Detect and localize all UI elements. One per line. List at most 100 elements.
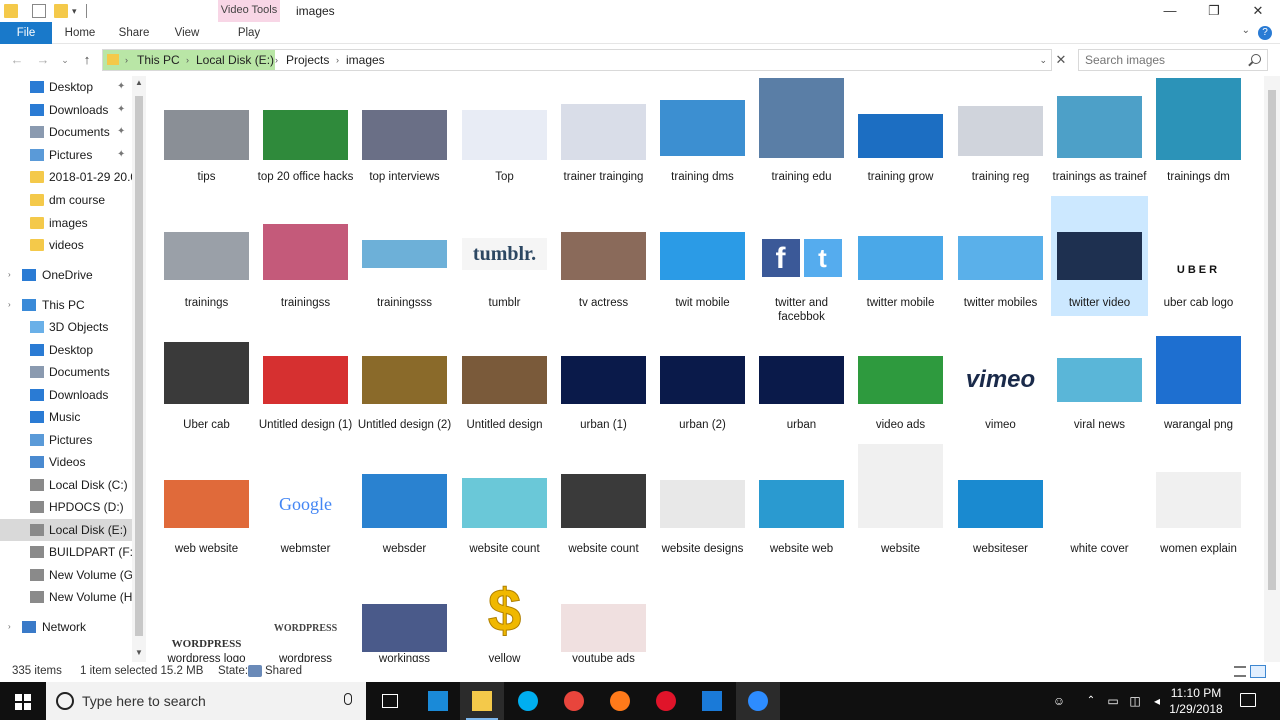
file-tile[interactable]: training reg (952, 76, 1049, 196)
file-tile[interactable]: trainings (158, 196, 255, 316)
file-tile[interactable]: Untitled design (2) (356, 320, 453, 440)
people-icon[interactable]: ☺ (1052, 694, 1066, 708)
restore-button[interactable]: ❐ (1192, 0, 1236, 22)
file-tile[interactable]: websder (356, 444, 453, 564)
file-tile[interactable]: top interviews (356, 76, 453, 196)
file-tile[interactable]: tv actress (555, 196, 652, 316)
help-icon[interactable]: ? (1258, 26, 1272, 40)
taskbar-chrome-button[interactable] (552, 682, 596, 720)
chevron-right-icon[interactable]: › (8, 294, 11, 316)
file-tile[interactable]: Google webmster (257, 444, 354, 564)
sidebar-item-pictures[interactable]: Pictures (0, 429, 133, 451)
file-tile[interactable]: women explain (1150, 444, 1247, 564)
taskbar-file-explorer-button[interactable] (460, 682, 504, 720)
file-tile[interactable]: Uber cab (158, 320, 255, 440)
microphone-icon[interactable] (344, 693, 352, 705)
taskbar-task-view-button[interactable] (368, 682, 412, 720)
sidebar-item-this-pc[interactable]: › This PC (0, 294, 133, 316)
file-tile[interactable]: websiteser (952, 444, 1049, 564)
sidebar-item-dm-course[interactable]: dm course (0, 189, 133, 211)
sidebar-item-buildpart-f[interactable]: BUILDPART (F:) (0, 541, 133, 563)
sidebar-item-new-volume-h[interactable]: New Volume (H: (0, 586, 133, 608)
file-tile[interactable]: video ads (852, 320, 949, 440)
sidebar-item-onedrive[interactable]: › OneDrive (0, 264, 133, 286)
file-tile[interactable]: tumblr. tumblr (456, 196, 553, 316)
file-tile[interactable]: training dms (654, 76, 751, 196)
file-tile[interactable]: urban (753, 320, 850, 440)
pin-icon[interactable]: ✦ (117, 144, 125, 166)
file-tile[interactable]: workingss (356, 568, 453, 662)
taskbar-search[interactable]: Type here to search (46, 682, 366, 720)
search-icon[interactable] (1251, 54, 1261, 64)
breadcrumb-this-pc[interactable]: This PC (137, 50, 180, 70)
sidebar-item-local-disk-e[interactable]: Local Disk (E:) (0, 519, 133, 541)
scroll-up-icon[interactable]: ▲ (132, 78, 146, 87)
forward-button[interactable]: → (34, 50, 52, 70)
file-tile[interactable]: Top (456, 76, 553, 196)
content-scrollbar[interactable] (1264, 76, 1280, 662)
file-tile[interactable]: training edu (753, 76, 850, 196)
taskbar-firefox-button[interactable] (598, 682, 642, 720)
sidebar-item-hpdocs-d[interactable]: HPDOCS (D:) (0, 496, 133, 518)
taskbar-zoom-button[interactable] (736, 682, 780, 720)
recent-locations-button[interactable]: ⌄ (56, 50, 74, 70)
customize-toolbar-icon[interactable]: ▾ (72, 4, 86, 18)
sidebar-item-music[interactable]: Music (0, 406, 133, 428)
file-tile[interactable]: tips (158, 76, 255, 196)
sidebar-item-new-volume-g[interactable]: New Volume (G: (0, 564, 133, 586)
scroll-down-icon[interactable]: ▼ (132, 648, 146, 657)
sidebar-item-downloads[interactable]: Downloads (0, 384, 133, 406)
address-bar[interactable]: › This PC › Local Disk (E:) › Projects ›… (102, 49, 1052, 71)
address-dropdown-icon[interactable]: ⌄ (1039, 50, 1047, 70)
battery-icon[interactable]: ▭ (1106, 694, 1120, 708)
taskbar-bluebird-button[interactable] (690, 682, 734, 720)
search-box[interactable] (1078, 49, 1268, 71)
chevron-right-icon[interactable]: › (8, 616, 11, 638)
tab-view[interactable]: View (166, 22, 208, 44)
file-tile[interactable]: urban (2) (654, 320, 751, 440)
sidebar-item-pictures[interactable]: Pictures ✦ (0, 144, 133, 166)
sidebar-item-documents[interactable]: Documents (0, 361, 133, 383)
file-tile[interactable]: WORDPRESS wordpress (257, 568, 354, 662)
taskbar-search-text[interactable]: Type here to search (82, 693, 206, 709)
clock[interactable]: 11:10 PM 1/29/2018 (1164, 685, 1228, 717)
sidebar-item-images[interactable]: images (0, 212, 133, 234)
pin-icon[interactable]: ✦ (117, 99, 125, 121)
tab-play[interactable]: Play (228, 22, 270, 44)
taskbar-edge-button[interactable] (416, 682, 460, 720)
sidebar-item-local-disk-c[interactable]: Local Disk (C:) (0, 474, 133, 496)
chevron-right-icon[interactable]: › (8, 264, 11, 286)
file-tile[interactable]: website web (753, 444, 850, 564)
sidebar-item-documents[interactable]: Documents ✦ (0, 121, 133, 143)
file-tile[interactable]: white cover (1051, 444, 1148, 564)
tab-file[interactable]: File (0, 22, 52, 44)
pin-icon[interactable]: ✦ (117, 121, 125, 143)
properties-icon[interactable] (32, 4, 46, 18)
file-tile[interactable]: top 20 office hacks (257, 76, 354, 196)
file-tile[interactable]: web website (158, 444, 255, 564)
back-button[interactable]: ← (8, 50, 26, 70)
sidebar-item-3d-objects[interactable]: 3D Objects (0, 316, 133, 338)
file-tile[interactable]: trainer trainging (555, 76, 652, 196)
network-icon[interactable]: ◫ (1128, 694, 1142, 708)
file-tile[interactable]: twit mobile (654, 196, 751, 316)
file-tile[interactable]: training grow (852, 76, 949, 196)
action-center-icon[interactable] (1240, 693, 1256, 707)
up-button[interactable]: ↑ (78, 50, 96, 70)
breadcrumb-projects[interactable]: Projects (286, 50, 329, 70)
new-folder-icon[interactable] (54, 4, 68, 18)
taskbar-skype-button[interactable] (506, 682, 550, 720)
sidebar-item-2018-01-29-20-01[interactable]: 2018-01-29 20.01 (0, 166, 133, 188)
tab-home[interactable]: Home (58, 22, 102, 44)
file-tile[interactable]: $ yellow (456, 568, 553, 662)
navigation-pane-scrollbar-thumb[interactable] (135, 96, 143, 636)
cortana-icon[interactable] (56, 692, 74, 710)
breadcrumb-images[interactable]: images (346, 50, 385, 70)
content-scrollbar-thumb[interactable] (1268, 90, 1276, 590)
expand-ribbon-icon[interactable]: ⌄ (1242, 25, 1250, 36)
navigation-pane-scrollbar[interactable]: ▲ ▼ (132, 76, 146, 662)
sidebar-item-downloads[interactable]: Downloads ✦ (0, 99, 133, 121)
pin-icon[interactable]: ✦ (117, 76, 125, 98)
file-tile[interactable]: warangal png (1150, 320, 1247, 440)
sidebar-item-videos[interactable]: Videos (0, 451, 133, 473)
